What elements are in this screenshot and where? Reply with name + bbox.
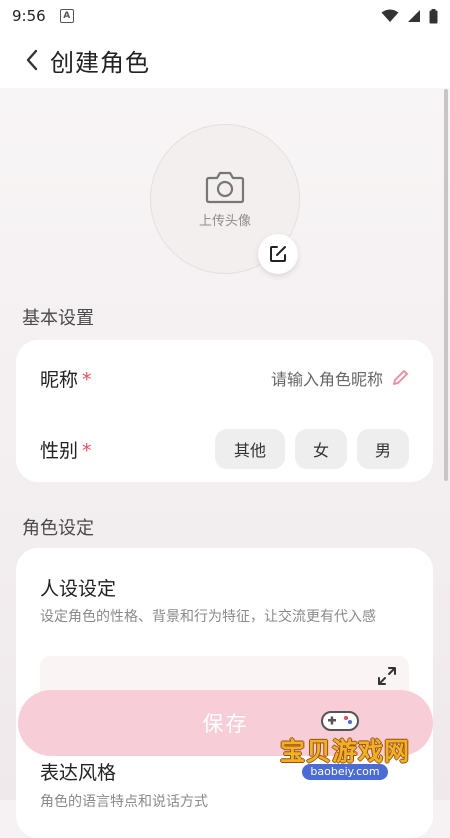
upload-avatar-label: 上传头像 — [198, 213, 251, 229]
gamepad-icon — [321, 711, 359, 731]
chevron-left-icon — [26, 49, 38, 71]
avatar-uploader[interactable]: 上传头像 — [150, 124, 300, 274]
gender-label: 性别 — [40, 439, 79, 462]
required-mark: * — [82, 439, 92, 462]
persona-description: 设定角色的性格、背景和行为特征，让交流更有代入感 — [40, 609, 376, 625]
nickname-row: 昵称 * 请输入角色昵称 — [40, 362, 409, 394]
nickname-input[interactable]: 请输入角色昵称 — [271, 366, 409, 390]
gender-option-male[interactable]: 男 — [357, 429, 409, 469]
watermark-logo: 宝贝游戏网 baobeiy.com — [274, 706, 444, 786]
required-mark: * — [82, 368, 92, 391]
battery-icon — [429, 8, 438, 23]
signal-icon — [408, 10, 420, 22]
style-description: 角色的语言特点和说话方式 — [40, 794, 208, 810]
camera-icon — [205, 171, 245, 203]
basic-settings-card: 昵称 * 请输入角色昵称 性别 * 其他 女 男 — [16, 340, 433, 482]
edit-icon — [270, 246, 286, 262]
notification-badge-icon: A — [59, 9, 74, 23]
edit-avatar-button[interactable] — [258, 234, 298, 274]
basic-settings-heading: 基本设置 — [22, 308, 94, 329]
gender-row: 性别 * 其他 女 男 — [40, 428, 409, 470]
pencil-icon — [393, 370, 408, 385]
app-header: 创建角色 — [0, 32, 450, 88]
watermark-url: baobeiy.com — [302, 764, 388, 780]
gender-option-female[interactable]: 女 — [295, 429, 347, 469]
status-bar: 9:56 A — [0, 0, 450, 32]
gender-selector: 其他 女 男 — [215, 429, 409, 469]
watermark-text: 宝贝游戏网 — [280, 737, 411, 766]
nickname-placeholder: 请输入角色昵称 — [270, 370, 383, 389]
status-time: 9:56 — [12, 7, 46, 25]
back-button[interactable] — [8, 32, 56, 88]
wifi-icon — [381, 9, 399, 22]
page-title: 创建角色 — [50, 48, 150, 77]
style-title: 表达风格 — [40, 762, 117, 784]
gender-option-other[interactable]: 其他 — [215, 429, 285, 469]
expand-icon[interactable] — [377, 666, 397, 686]
persona-title: 人设设定 — [40, 578, 117, 600]
role-settings-heading: 角色设定 — [22, 518, 94, 539]
nickname-label: 昵称 — [40, 368, 79, 391]
scrollbar[interactable] — [444, 89, 448, 481]
